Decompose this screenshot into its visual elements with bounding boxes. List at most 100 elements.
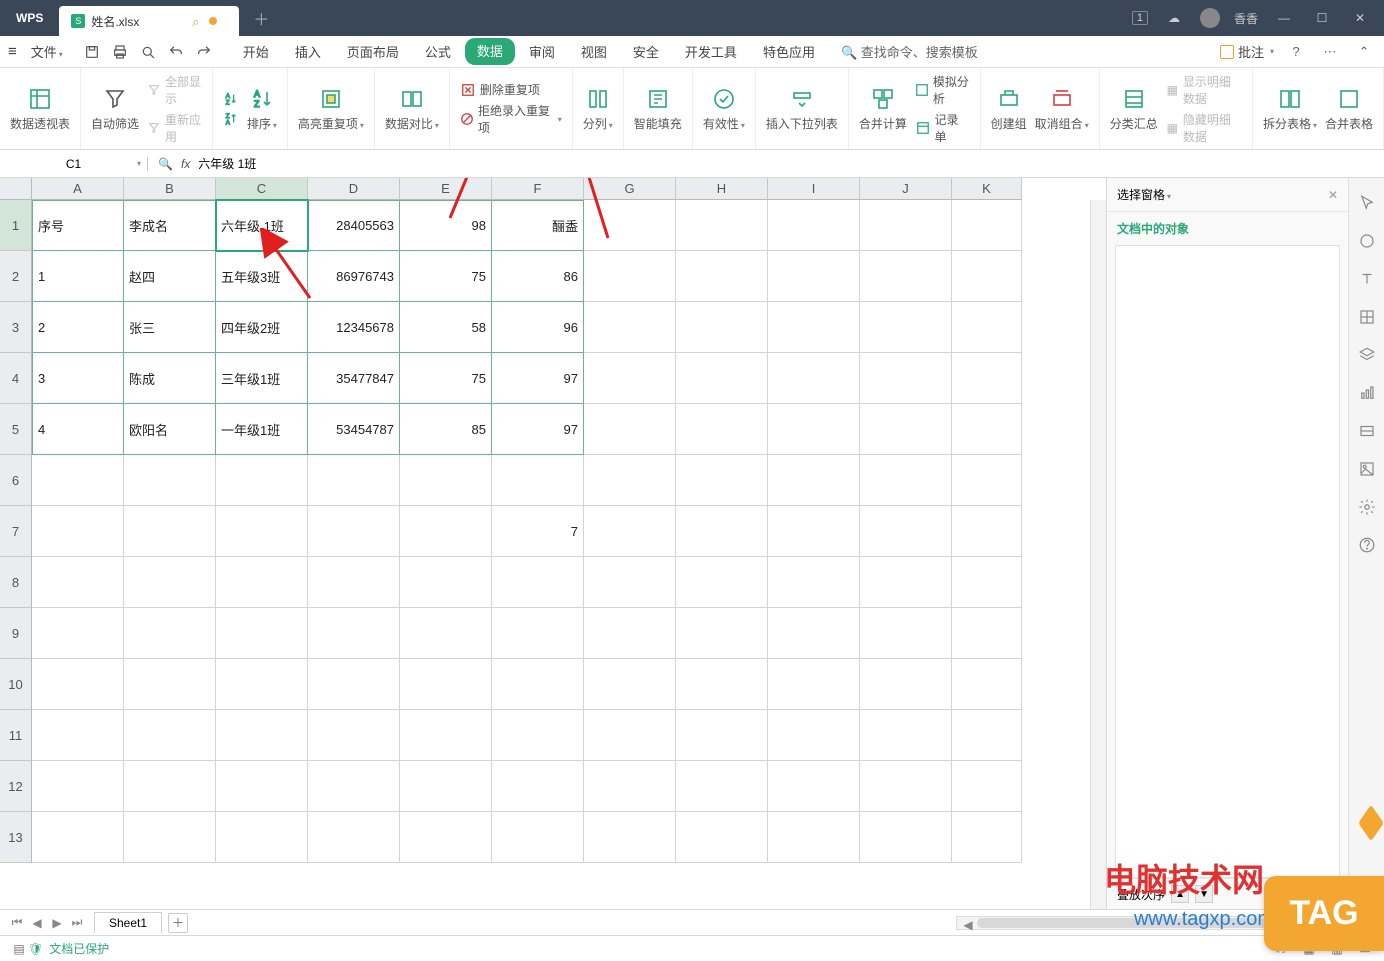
cell-F10[interactable] bbox=[492, 659, 584, 710]
cell-D5[interactable]: 53454787 bbox=[308, 404, 400, 455]
cell-H1[interactable] bbox=[676, 200, 768, 251]
cell-E9[interactable] bbox=[400, 608, 492, 659]
column-header-B[interactable]: B bbox=[124, 178, 216, 200]
cell-I10[interactable] bbox=[768, 659, 860, 710]
cell-D6[interactable] bbox=[308, 455, 400, 506]
fullscreen-icon[interactable]: ⛶ bbox=[1272, 940, 1290, 958]
view-normal-icon[interactable]: ▦ bbox=[1300, 940, 1318, 958]
column-header-F[interactable]: F bbox=[492, 178, 584, 200]
cell-B10[interactable] bbox=[124, 659, 216, 710]
menu-页面布局[interactable]: 页面布局 bbox=[335, 38, 411, 65]
ungroup-button[interactable]: 取消组合 bbox=[1035, 86, 1089, 132]
cell-K7[interactable] bbox=[952, 506, 1022, 557]
cell-I11[interactable] bbox=[768, 710, 860, 761]
spreadsheet-grid[interactable]: ABCDEFGHIJK 12345678910111213 序号李成名六年级 1… bbox=[0, 178, 1106, 909]
drawer-icon[interactable] bbox=[1356, 420, 1378, 442]
chart-icon[interactable] bbox=[1356, 382, 1378, 404]
cell-B1[interactable]: 李成名 bbox=[124, 200, 216, 251]
cell-E11[interactable] bbox=[400, 710, 492, 761]
reject-duplicates-button[interactable]: 拒绝录入重复项 bbox=[460, 102, 562, 136]
column-header-I[interactable]: I bbox=[768, 178, 860, 200]
table-tool-icon[interactable] bbox=[1356, 306, 1378, 328]
cell-E8[interactable] bbox=[400, 557, 492, 608]
whatif-button[interactable]: 模拟分析 bbox=[915, 73, 970, 107]
scroll-left-button[interactable]: ◀ bbox=[959, 916, 977, 934]
cell-G5[interactable] bbox=[584, 404, 676, 455]
more-icon[interactable]: ⋯ bbox=[1318, 40, 1342, 64]
cell-H8[interactable] bbox=[676, 557, 768, 608]
cell-B5[interactable]: 欧阳名 bbox=[124, 404, 216, 455]
cell-A1[interactable]: 序号 bbox=[32, 200, 124, 251]
file-menu[interactable]: 文件 bbox=[25, 40, 69, 63]
menu-开始[interactable]: 开始 bbox=[231, 38, 281, 65]
cell-I5[interactable] bbox=[768, 404, 860, 455]
menu-开发工具[interactable]: 开发工具 bbox=[673, 38, 749, 65]
column-header-J[interactable]: J bbox=[860, 178, 952, 200]
undo-icon[interactable] bbox=[167, 43, 185, 61]
group-button[interactable]: 创建组 bbox=[991, 86, 1027, 132]
cell-D11[interactable] bbox=[308, 710, 400, 761]
cell-H2[interactable] bbox=[676, 251, 768, 302]
merge-table-button[interactable]: 合并表格 bbox=[1325, 86, 1373, 132]
insert-dropdown-button[interactable]: 插入下拉列表 bbox=[766, 86, 838, 132]
cell-G13[interactable] bbox=[584, 812, 676, 863]
cell-A4[interactable]: 3 bbox=[32, 353, 124, 404]
first-sheet-button[interactable]: ⏮ bbox=[8, 914, 26, 932]
save-icon[interactable] bbox=[83, 43, 101, 61]
layers-icon[interactable] bbox=[1356, 344, 1378, 366]
cell-H3[interactable] bbox=[676, 302, 768, 353]
cell-K12[interactable] bbox=[952, 761, 1022, 812]
cell-C2[interactable]: 五年级3班 bbox=[216, 251, 308, 302]
cell-D7[interactable] bbox=[308, 506, 400, 557]
cell-F3[interactable]: 96 bbox=[492, 302, 584, 353]
cell-H4[interactable] bbox=[676, 353, 768, 404]
cell-G4[interactable] bbox=[584, 353, 676, 404]
cell-B8[interactable] bbox=[124, 557, 216, 608]
split-table-button[interactable]: 拆分表格 bbox=[1263, 86, 1317, 132]
add-sheet-button[interactable]: ＋ bbox=[168, 913, 188, 933]
cell-G12[interactable] bbox=[584, 761, 676, 812]
cell-F13[interactable] bbox=[492, 812, 584, 863]
new-tab-button[interactable]: ＋ bbox=[239, 6, 283, 30]
cell-C6[interactable] bbox=[216, 455, 308, 506]
menu-安全[interactable]: 安全 bbox=[621, 38, 671, 65]
cell-C10[interactable] bbox=[216, 659, 308, 710]
cell-K13[interactable] bbox=[952, 812, 1022, 863]
cell-B4[interactable]: 陈成 bbox=[124, 353, 216, 404]
remove-duplicates-button[interactable]: 删除重复项 bbox=[460, 81, 562, 98]
cell-K3[interactable] bbox=[952, 302, 1022, 353]
menu-审阅[interactable]: 审阅 bbox=[517, 38, 567, 65]
minimize-button[interactable]: — bbox=[1272, 6, 1296, 30]
cell-J3[interactable] bbox=[860, 302, 952, 353]
cell-A10[interactable] bbox=[32, 659, 124, 710]
comments-button[interactable]: 批注 bbox=[1220, 42, 1274, 61]
row-header-3[interactable]: 3 bbox=[0, 302, 32, 353]
notification-badge[interactable]: 1 bbox=[1132, 11, 1148, 25]
cell-E2[interactable]: 75 bbox=[400, 251, 492, 302]
print-preview-icon[interactable] bbox=[139, 43, 157, 61]
cell-E12[interactable] bbox=[400, 761, 492, 812]
highlight-duplicates-button[interactable]: 高亮重复项 bbox=[298, 86, 364, 132]
cell-G9[interactable] bbox=[584, 608, 676, 659]
cell-E5[interactable]: 85 bbox=[400, 404, 492, 455]
view-page-icon[interactable]: ▥ bbox=[1328, 940, 1346, 958]
vertical-scrollbar[interactable] bbox=[1090, 200, 1106, 909]
row-header-9[interactable]: 9 bbox=[0, 608, 32, 659]
selection-pane-title[interactable]: 选择窗格 bbox=[1117, 186, 1171, 203]
cell-B11[interactable] bbox=[124, 710, 216, 761]
show-detail-button[interactable]: ▦显示明细数据 bbox=[1166, 73, 1242, 107]
maximize-button[interactable]: ☐ bbox=[1310, 6, 1334, 30]
cell-H11[interactable] bbox=[676, 710, 768, 761]
cell-K9[interactable] bbox=[952, 608, 1022, 659]
cell-D10[interactable] bbox=[308, 659, 400, 710]
cell-J9[interactable] bbox=[860, 608, 952, 659]
cell-J5[interactable] bbox=[860, 404, 952, 455]
column-header-K[interactable]: K bbox=[952, 178, 1022, 200]
row-header-5[interactable]: 5 bbox=[0, 404, 32, 455]
cell-C9[interactable] bbox=[216, 608, 308, 659]
cell-A8[interactable] bbox=[32, 557, 124, 608]
cell-G7[interactable] bbox=[584, 506, 676, 557]
cell-J13[interactable] bbox=[860, 812, 952, 863]
close-button[interactable]: ✕ bbox=[1348, 6, 1372, 30]
cell-I13[interactable] bbox=[768, 812, 860, 863]
